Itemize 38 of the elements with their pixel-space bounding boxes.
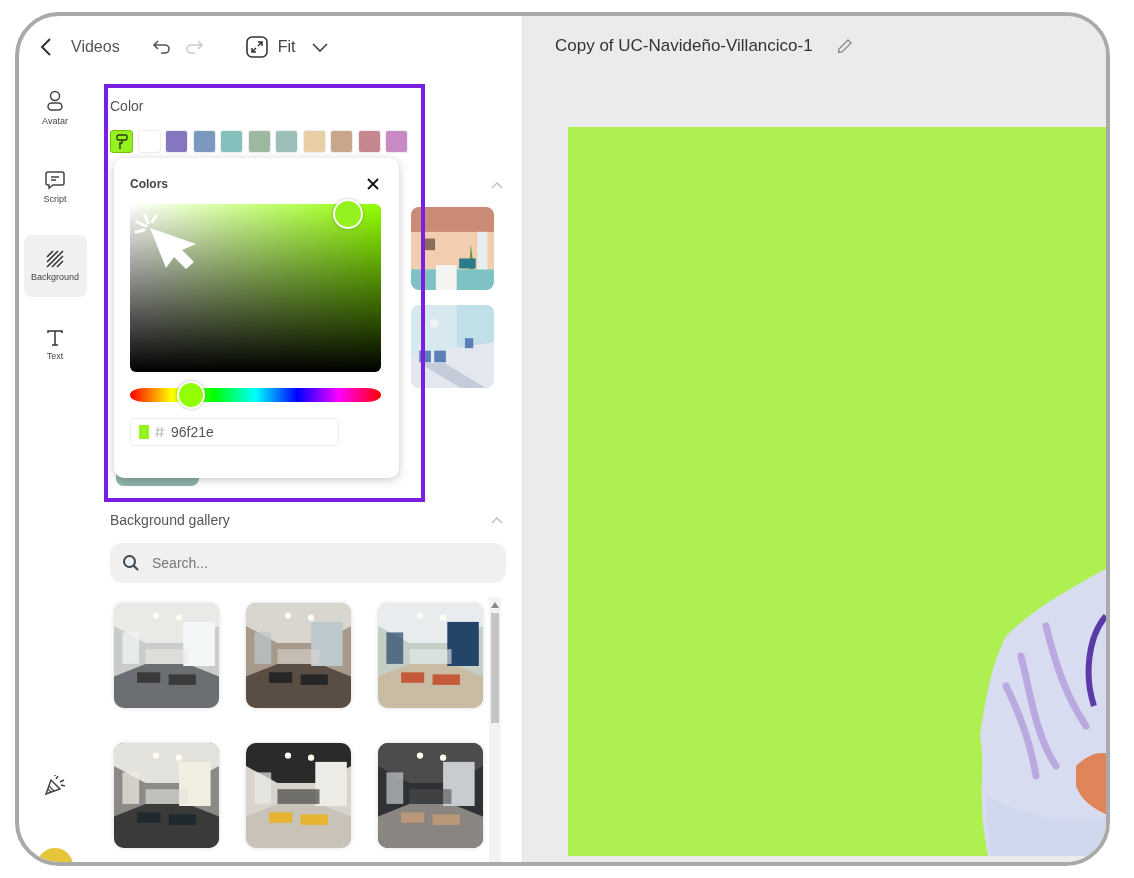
project-title[interactable]: Copy of UC-Navideño-Villancico-1 [555, 36, 813, 56]
sidebar-item[interactable]: Avatar [23, 77, 87, 139]
scrollbar[interactable] [489, 597, 501, 862]
search-field[interactable]: Search... [110, 543, 506, 583]
color-swatch[interactable] [275, 130, 298, 153]
color-swatch[interactable] [220, 130, 243, 153]
text-icon [46, 329, 64, 347]
section-title: Color [110, 98, 145, 114]
hash-icon [155, 426, 165, 438]
sidebar-item[interactable]: Text [23, 314, 87, 376]
color-swatch[interactable] [330, 130, 353, 153]
sidebar-item[interactable]: Script [23, 156, 87, 218]
breadcrumb-label[interactable]: Videos [71, 38, 120, 56]
chat-icon [45, 170, 65, 190]
color-swatch[interactable] [247, 130, 271, 153]
person-icon [46, 90, 64, 112]
paint-roller-icon [115, 133, 128, 150]
fit-screen-icon [245, 36, 268, 58]
zoom-dropdown[interactable]: Fit [245, 36, 330, 58]
color-swatch[interactable] [357, 130, 381, 153]
hatch-icon [46, 250, 64, 268]
popup-title: Colors [130, 177, 168, 191]
close-button[interactable] [365, 176, 381, 192]
section-title: Background gallery [110, 512, 230, 528]
sidebar-item[interactable]: Background [23, 235, 87, 297]
color-swatch[interactable] [385, 130, 408, 153]
arrow-up-icon[interactable] [491, 602, 499, 608]
hex-input-field[interactable]: 96f21e [130, 418, 339, 446]
color-handle[interactable] [333, 199, 363, 229]
search-icon [122, 554, 140, 572]
color-picker-button[interactable] [110, 130, 133, 153]
color-preview [139, 425, 149, 439]
color-swatch[interactable] [165, 130, 188, 153]
color-swatch[interactable] [192, 130, 216, 153]
color-swatch[interactable] [302, 130, 326, 153]
caret-icon [311, 41, 330, 53]
party-popper-icon[interactable] [43, 774, 67, 796]
slider-handle[interactable] [177, 381, 206, 409]
